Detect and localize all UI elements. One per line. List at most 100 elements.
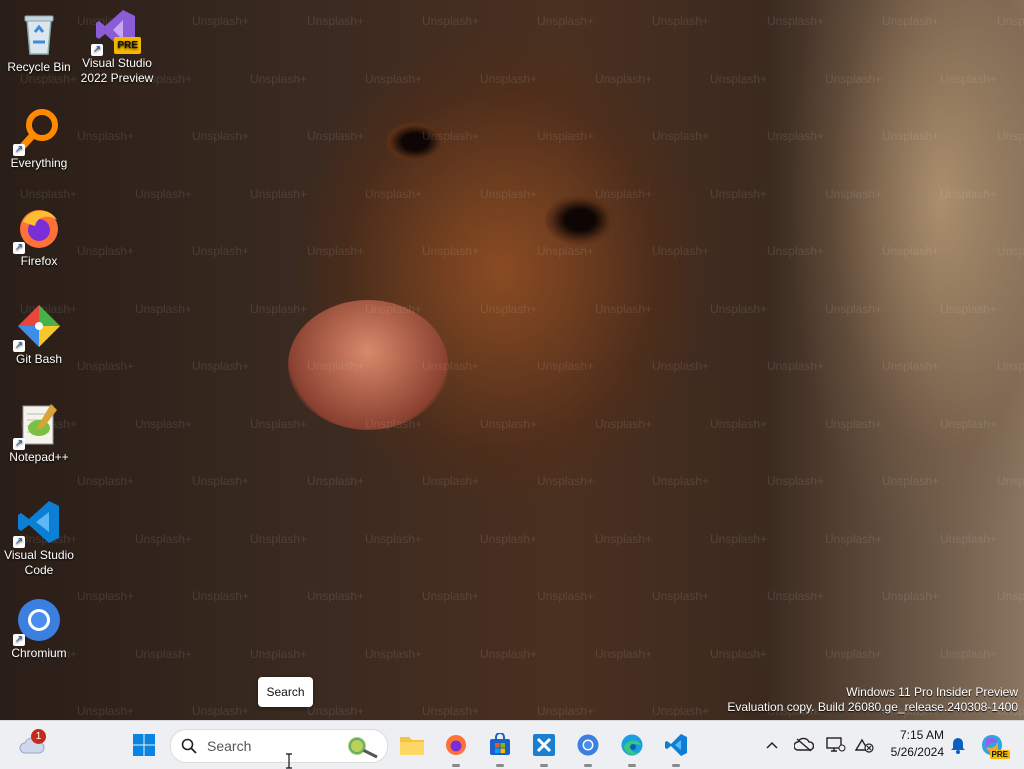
unsplash-watermark-text: Unsplash+ <box>135 416 193 431</box>
os-evaluation-watermark: Windows 11 Pro Insider Preview Evaluatio… <box>727 685 1018 715</box>
copilot-button[interactable]: PRE <box>976 729 1010 761</box>
firefox-icon <box>446 735 466 755</box>
shortcut-arrow-icon: ↗ <box>13 242 25 254</box>
desktop-icon-visual-studio[interactable]: PRE ↗ Visual Studio 2022 Preview <box>77 6 157 86</box>
unsplash-watermark-text: Unsplash+ <box>940 531 998 546</box>
unsplash-watermark-text: Unsplash+ <box>997 129 1024 143</box>
unsplash-watermark-text: Unsplash+ <box>652 359 710 373</box>
notification-center-button[interactable] <box>942 729 974 761</box>
unsplash-watermark-text: Unsplash+ <box>652 244 710 258</box>
unsplash-watermark-text: Unsplash+ <box>480 646 538 661</box>
taskbar-app-chromium[interactable] <box>572 729 604 767</box>
clock-date: 5/26/2024 <box>890 745 944 759</box>
vscode-icon <box>665 734 687 756</box>
watermark-line-2: Evaluation copy. Build 26080.ge_release.… <box>727 700 1018 714</box>
desktop-icon-vscode[interactable]: ↗ Visual Studio Code <box>0 498 79 578</box>
unsplash-watermark-text: Unsplash+ <box>825 416 883 431</box>
edge-icon <box>621 734 643 756</box>
start-button[interactable] <box>128 729 160 761</box>
microsoft-store-icon <box>490 733 510 755</box>
tray-network[interactable] <box>848 729 880 761</box>
unsplash-watermark-text: Unsplash+ <box>767 14 825 28</box>
unsplash-watermark-text: Unsplash+ <box>480 301 538 316</box>
unsplash-watermark-text: Unsplash+ <box>250 186 308 201</box>
desktop-icon-git-bash[interactable]: ↗ Git Bash <box>0 302 79 367</box>
unsplash-watermark-text: Unsplash+ <box>997 359 1024 373</box>
taskbar-app-file-explorer[interactable] <box>396 729 428 761</box>
desktop-icon-label: Firefox <box>20 254 58 268</box>
unsplash-watermark-text: Unsplash+ <box>595 186 653 201</box>
unsplash-watermark-text: Unsplash+ <box>767 129 825 143</box>
taskbar-app-firefox[interactable] <box>440 729 472 767</box>
unsplash-watermark-text: Unsplash+ <box>77 589 135 603</box>
unsplash-watermark-text: Unsplash+ <box>537 474 595 488</box>
unsplash-watermark-text: Unsplash+ <box>250 531 308 546</box>
tray-onedrive[interactable] <box>788 729 820 761</box>
desktop-icon-label: Visual Studio 2022 Preview <box>80 56 154 85</box>
unsplash-watermark-text: Unsplash+ <box>595 416 653 431</box>
show-hidden-icons-button[interactable] <box>756 729 788 761</box>
wallpaper-eye-right <box>545 195 615 245</box>
running-indicator <box>540 764 548 767</box>
unsplash-watermark-text: Unsplash+ <box>595 646 653 661</box>
onedrive-offline-icon <box>794 737 814 752</box>
git-bash-icon: ↗ <box>13 302 63 352</box>
unsplash-watermark-text: Unsplash+ <box>537 129 595 143</box>
firefox-icon: ↗ <box>13 204 63 254</box>
vscode-icon: ↗ <box>13 498 63 548</box>
desktop-icon-label: Notepad++ <box>9 450 69 464</box>
unsplash-watermark-text: Unsplash+ <box>422 359 480 373</box>
unsplash-watermark-text: Unsplash+ <box>192 14 250 28</box>
desktop-wallpaper: Unsplash+ Unsplash+ Unsplash+ Unsplash+ Unsp… <box>0 0 1024 720</box>
taskbar-search-box[interactable]: Search <box>170 729 388 763</box>
unsplash-watermark-text: Unsplash+ <box>307 704 365 718</box>
shortcut-arrow-icon: ↗ <box>13 340 25 352</box>
everything-icon: ↗ <box>13 106 63 156</box>
text-cursor-icon <box>286 753 292 769</box>
unsplash-watermark-text: Unsplash+ <box>307 244 365 258</box>
unsplash-watermark-text: Unsplash+ <box>767 589 825 603</box>
unsplash-watermark-text: Unsplash+ <box>307 474 365 488</box>
desktop-icon-chromium[interactable]: ↗ Chromium <box>0 596 79 661</box>
xbox-icon <box>533 734 555 756</box>
desktop-icon-label: Everything <box>10 156 68 170</box>
desktop-icon-firefox[interactable]: ↗ Firefox <box>0 204 79 269</box>
search-highlight-icon <box>348 737 378 759</box>
chromium-icon: ↗ <box>13 596 63 646</box>
unsplash-watermark-text: Unsplash+ <box>250 71 308 86</box>
taskbar-app-vscode[interactable] <box>660 729 692 767</box>
unsplash-watermark-text: Unsplash+ <box>365 71 423 86</box>
taskbar-app-microsoft-store[interactable] <box>484 729 516 767</box>
unsplash-watermark-text: Unsplash+ <box>250 301 308 316</box>
unsplash-watermark-text: Unsplash+ <box>882 359 940 373</box>
weather-widget[interactable]: 1 <box>16 729 48 761</box>
unsplash-watermark-text: Unsplash+ <box>825 646 883 661</box>
unsplash-watermark-text: Unsplash+ <box>135 301 193 316</box>
unsplash-watermark-text: Unsplash+ <box>940 186 998 201</box>
desktop-icon-recycle-bin[interactable]: Recycle Bin <box>0 10 79 75</box>
shortcut-arrow-icon: ↗ <box>13 634 25 646</box>
unsplash-watermark-text: Unsplash+ <box>940 646 998 661</box>
unsplash-watermark-text: Unsplash+ <box>595 71 653 86</box>
unsplash-watermark-text: Unsplash+ <box>997 589 1024 603</box>
unsplash-watermark-text: Unsplash+ <box>825 186 883 201</box>
unsplash-watermark-text: Unsplash+ <box>882 474 940 488</box>
unsplash-watermark-text: Unsplash+ <box>652 129 710 143</box>
taskbar-app-xbox[interactable] <box>528 729 560 767</box>
taskbar-clock[interactable]: 7:15 AM 5/26/2024 <box>880 727 944 761</box>
chevron-up-icon <box>766 741 778 749</box>
shortcut-arrow-icon: ↗ <box>13 144 25 156</box>
search-tooltip: Search <box>258 677 313 707</box>
unsplash-watermark-text: Unsplash+ <box>192 704 250 718</box>
desktop-icon-notepad-plus-plus[interactable]: ↗ Notepad++ <box>0 400 79 465</box>
unsplash-watermark-text: Unsplash+ <box>595 531 653 546</box>
unsplash-watermark-text: Unsplash+ <box>710 301 768 316</box>
shortcut-arrow-icon: ↗ <box>13 536 25 548</box>
preview-badge: PRE <box>114 37 141 54</box>
desktop-icon-everything[interactable]: ↗ Everything <box>0 106 79 171</box>
watermark-line-1: Windows 11 Pro Insider Preview <box>846 685 1018 699</box>
unsplash-watermark-text: Unsplash+ <box>940 416 998 431</box>
unsplash-watermark-text: Unsplash+ <box>537 244 595 258</box>
running-indicator <box>672 764 680 767</box>
taskbar-app-edge[interactable] <box>616 729 648 767</box>
